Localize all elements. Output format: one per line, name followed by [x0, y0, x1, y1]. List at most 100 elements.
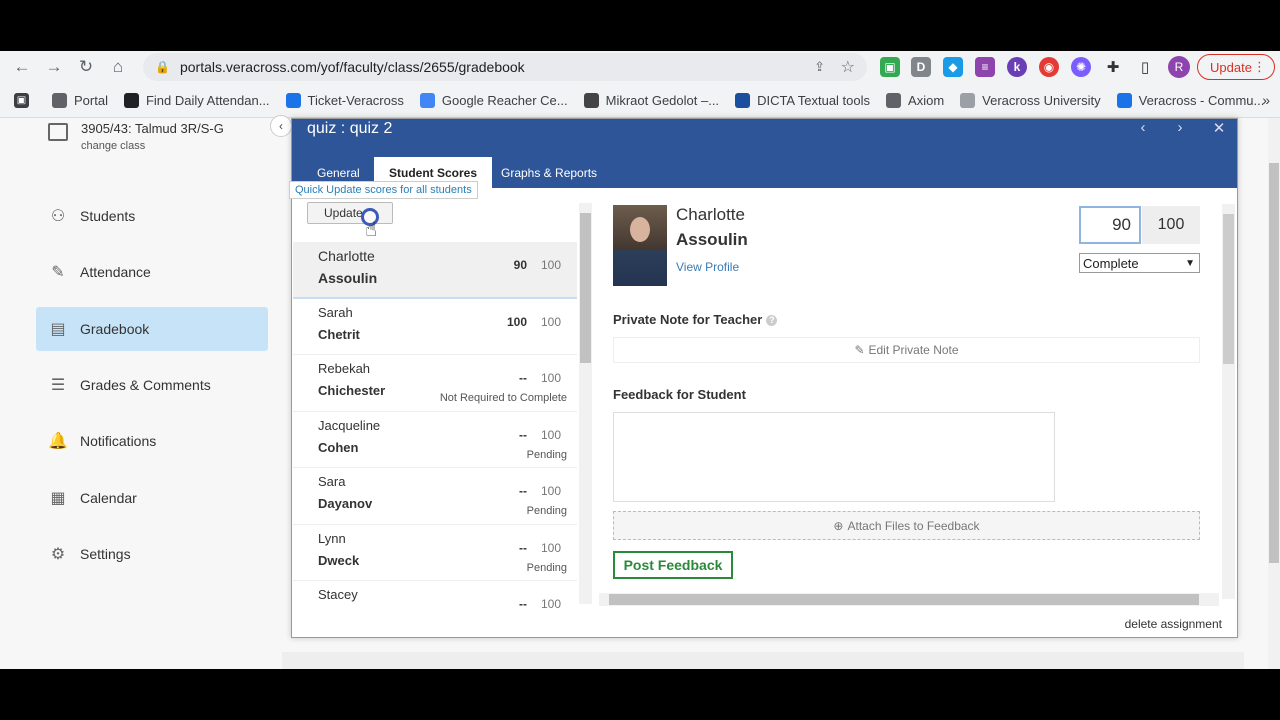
back-icon[interactable]: ← — [6, 57, 38, 77]
bookmark-label: Veracross University — [982, 92, 1101, 108]
change-class-link[interactable]: change class — [81, 140, 224, 152]
sidepanel-icon[interactable]: ▯ — [1135, 57, 1155, 77]
sidebar-item-gradebook[interactable]: ▤ Gradebook — [36, 306, 268, 351]
share-icon[interactable]: ⇪ — [814, 59, 825, 75]
puzzle-icon[interactable]: ✚ — [1103, 57, 1123, 77]
sidebar-item-notifications[interactable]: 🔔 Notifications — [36, 419, 268, 463]
student-max-score: 100 — [540, 427, 561, 442]
bookmark-label: Veracross - Commu... — [1138, 92, 1265, 108]
attach-files-button[interactable]: ⊕ Attach Files to Feedback — [613, 511, 1200, 540]
address-bar[interactable]: 🔒 portals.veracross.com/yof/faculty/clas… — [143, 53, 867, 81]
portal-icon — [52, 92, 67, 108]
student-max-score: 100 — [540, 371, 561, 385]
extension-icon[interactable]: ◆ — [943, 57, 963, 77]
home-icon[interactable]: ⌂ — [102, 57, 134, 77]
student-row[interactable]: Rebekah Chichester -- 100 Not Required to Co… — [293, 355, 577, 412]
tab-graphs-reports[interactable]: Graphs & Reports — [501, 157, 597, 188]
collapse-sidebar-icon[interactable]: ‹ — [270, 115, 292, 137]
apps-icon[interactable]: ▣ — [14, 92, 36, 108]
lock-icon: 🔒 — [155, 60, 170, 74]
bookmark-label: Axiom — [908, 92, 945, 108]
url-text[interactable]: portals.veracross.com/yof/faculty/class/… — [180, 59, 525, 75]
student-status: Pending — [526, 561, 567, 574]
page-vertical-scrollbar[interactable] — [1268, 118, 1280, 669]
extension-icon[interactable]: ✺ — [1071, 57, 1091, 77]
assignment-title: quiz : quiz 2 — [307, 120, 393, 137]
sidebar-item-grades-comments[interactable]: ☰ Grades & Comments — [36, 363, 268, 407]
student-max-score: 100 — [540, 484, 561, 498]
sidebar-item-label: Settings — [80, 545, 131, 562]
extension-icon[interactable]: D — [911, 57, 931, 77]
modal-header: quiz : quiz 2 ‹ › ✕ General Student Scor… — [292, 119, 1237, 188]
edit-private-note-button[interactable]: ✎ Edit Private Note — [613, 337, 1200, 363]
student-row[interactable]: Charlotte Assoulin 90 100 — [293, 242, 577, 299]
bookmark-item[interactable]: Veracross University — [960, 92, 1101, 108]
bookmark-label: Mikraot Gedolot –... — [605, 92, 720, 108]
bookmark-label: Google Reacher Ce... — [441, 92, 568, 108]
extension-icon[interactable]: ≡ — [975, 57, 995, 77]
post-feedback-button[interactable]: Post Feedback — [613, 551, 733, 579]
private-note-label: Private Note for Teacher — [613, 312, 763, 327]
gradebook-icon: ▤ — [50, 320, 66, 338]
student-first-name: Jacqueline — [318, 417, 381, 433]
student-row[interactable]: Jacqueline Cohen -- 100 Pending — [293, 412, 577, 468]
sidebar-item-label: Notifications — [80, 433, 157, 450]
help-icon[interactable]: ? — [766, 315, 778, 327]
forward-icon[interactable]: → — [38, 57, 70, 77]
student-first-name: Lynn — [318, 530, 346, 546]
student-first-name: Sarah — [318, 304, 353, 320]
bookmark-item[interactable]: DICTA Textual tools — [735, 92, 870, 108]
extension-icon[interactable]: ▣ — [880, 57, 900, 77]
class-selector[interactable]: 3905/43: Talmud 3R/S-G change class — [48, 121, 224, 152]
score-input[interactable]: 90 — [1079, 206, 1141, 244]
student-list-scrollbar[interactable] — [579, 203, 592, 604]
extension-icon[interactable]: k — [1007, 57, 1027, 77]
student-score: -- — [519, 484, 527, 498]
student-row[interactable]: Sarah Chetrit 100 100 — [293, 299, 577, 355]
more-bookmarks-icon[interactable]: » — [1262, 92, 1270, 108]
bookmark-item[interactable]: Ticket-Veracross — [285, 92, 404, 108]
quick-update-button[interactable]: Update — [307, 202, 393, 224]
globe-icon — [886, 92, 902, 108]
student-score: -- — [519, 371, 527, 385]
detail-horizontal-scrollbar[interactable] — [599, 593, 1219, 606]
sidebar-item-attendance[interactable]: ✎ Attendance — [36, 250, 268, 294]
sidebar-item-students[interactable]: ⚇ Students — [36, 194, 268, 238]
sidebar-item-settings[interactable]: ⚙ Settings — [36, 532, 268, 576]
next-icon[interactable]: › — [1166, 119, 1194, 136]
menu-dots-icon[interactable]: ⋮ — [1253, 59, 1266, 75]
status-select-value: Complete — [1083, 255, 1139, 271]
detail-vertical-scrollbar[interactable] — [1222, 204, 1235, 599]
book-icon — [583, 92, 599, 108]
feedback-textarea[interactable] — [613, 412, 1055, 502]
student-row[interactable]: Stacey -- 100 — [293, 581, 577, 613]
cloud-icon — [285, 92, 301, 108]
completion-status-select[interactable]: Complete ▼ — [1079, 253, 1200, 273]
extension-icon[interactable]: ◉ — [1039, 57, 1059, 77]
score-max: 100 — [1142, 206, 1200, 244]
bookmark-item[interactable]: Axiom — [886, 92, 945, 108]
profile-avatar[interactable]: R — [1168, 56, 1190, 78]
sidebar-item-calendar[interactable]: ▦ Calendar — [36, 476, 268, 520]
student-row[interactable]: Lynn Dweck -- 100 Pending — [293, 525, 577, 581]
view-profile-link[interactable]: View Profile — [676, 260, 739, 274]
student-score: 100 — [506, 314, 527, 329]
student-last-name: Cohen — [318, 439, 359, 455]
sidebar-item-label: Calendar — [80, 489, 137, 506]
browser-update-button[interactable]: Update ⋮ — [1197, 54, 1275, 80]
bookmark-item[interactable]: Mikraot Gedolot –... — [583, 92, 720, 108]
bookmark-label: Ticket-Veracross — [307, 92, 404, 108]
bookmark-item[interactable]: Portal — [52, 92, 108, 108]
page-horizontal-scrollbar[interactable] — [282, 652, 1244, 669]
student-row[interactable]: Sara Dayanov -- 100 Pending — [293, 468, 577, 525]
close-icon[interactable]: ✕ — [1205, 119, 1233, 137]
dicta-icon — [735, 92, 751, 108]
bookmark-item[interactable]: Google Reacher Ce... — [419, 92, 568, 108]
bookmark-item[interactable]: Find Daily Attendan... — [123, 92, 270, 108]
bookmark-item[interactable]: Veracross - Commu... — [1116, 92, 1265, 108]
reload-icon[interactable]: ↻ — [70, 57, 102, 77]
sidebar-item-label: Students — [80, 208, 136, 224]
previous-icon[interactable]: ‹ — [1129, 119, 1157, 136]
bookmark-star-icon[interactable]: ☆ — [841, 57, 855, 77]
delete-assignment-link[interactable]: delete assignment — [1125, 617, 1222, 631]
